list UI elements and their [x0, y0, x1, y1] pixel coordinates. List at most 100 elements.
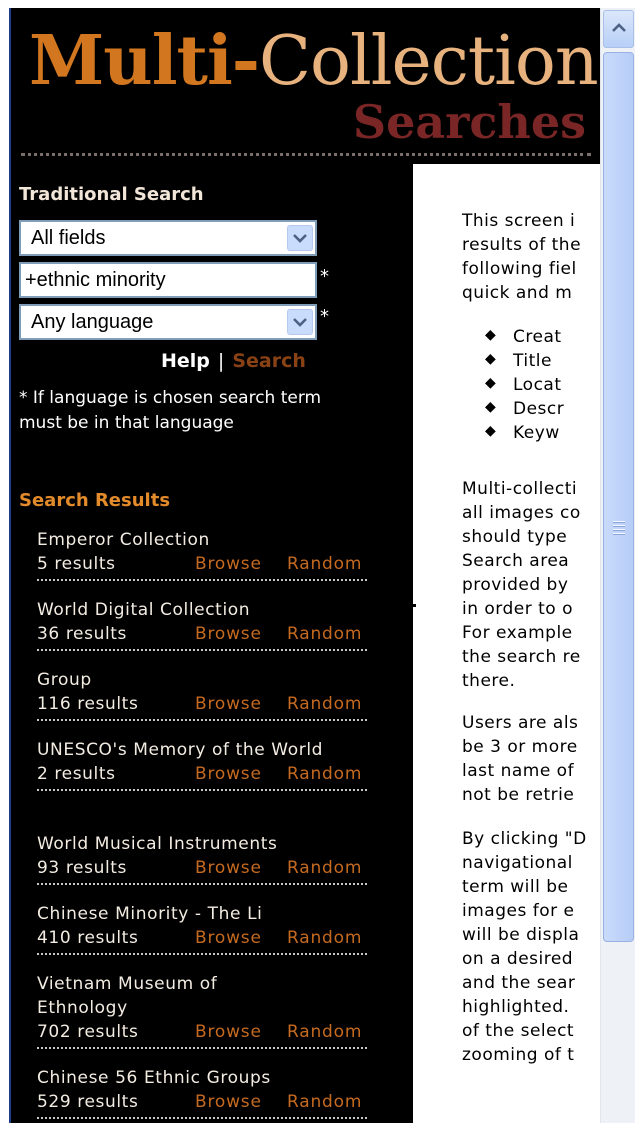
language-select[interactable]: Any language: [19, 304, 317, 340]
main-content: This screen i results of the following f…: [413, 164, 600, 1123]
search-query-input[interactable]: +ethnic minority: [19, 262, 317, 298]
paragraph-line: all images co: [462, 503, 581, 523]
browse-link[interactable]: Browse: [195, 1090, 262, 1114]
result-count: 116 results: [37, 694, 139, 714]
result-item: World Digital Collection 36 results Brow…: [37, 598, 367, 651]
paragraph-line: of the select: [462, 1021, 575, 1041]
language-note: * If language is chosen search term must…: [19, 388, 322, 433]
result-count: 93 results: [37, 858, 127, 878]
browse-link[interactable]: Browse: [195, 762, 262, 786]
banner-title-collection: Collection: [259, 22, 599, 101]
result-collection-name[interactable]: World Musical Instruments: [37, 832, 367, 856]
banner-title-multi: Multi-: [29, 21, 260, 101]
paragraph-line: Multi-collecti: [462, 479, 578, 499]
paragraph-line: and the sear: [462, 973, 576, 993]
scrollbar-grip: [613, 521, 625, 537]
field-bullet-item: Locat: [485, 371, 564, 397]
result-item: World Musical Instruments 93 results Bro…: [37, 832, 367, 885]
result-collection-name[interactable]: Vietnam Museum of Ethnology: [37, 972, 297, 1020]
paragraph-line: By clicking "D: [462, 829, 587, 849]
paragraph-line: there.: [462, 671, 516, 691]
scroll-up-button[interactable]: [603, 10, 634, 48]
window-top-edge: [10, 0, 600, 8]
paragraph-line: on a desired: [462, 949, 574, 969]
paragraph-line: be 3 or more: [462, 737, 578, 757]
chevron-up-icon: [612, 23, 626, 32]
paragraph-users: Users are als be 3 or more last name of …: [462, 711, 578, 807]
random-link[interactable]: Random: [287, 856, 362, 880]
result-collection-name[interactable]: Emperor Collection: [37, 528, 367, 552]
site-banner: Multi-Collection Searches: [11, 8, 600, 164]
search-button[interactable]: Search: [232, 350, 306, 372]
paragraph-line: term will be: [462, 877, 569, 897]
browse-link[interactable]: Browse: [195, 692, 262, 716]
paragraph-line: the search re: [462, 647, 581, 667]
random-link[interactable]: Random: [287, 622, 362, 646]
result-item: Emperor Collection 5 results Browse Rand…: [37, 528, 367, 581]
paragraph-line: For example: [462, 623, 573, 643]
field-bullet-item: Keyw: [485, 419, 564, 445]
language-required-mark: *: [320, 306, 329, 327]
browse-link[interactable]: Browse: [195, 622, 262, 646]
paragraph-line: highlighted.: [462, 997, 570, 1017]
paragraph-multi-collection: Multi-collecti all images co should type…: [462, 477, 581, 693]
field-bullet-item: Creat: [485, 323, 564, 349]
paragraph-line: should type: [462, 527, 568, 547]
result-count: 410 results: [37, 928, 139, 948]
result-item: Chinese Minority - The Li 410 results Br…: [37, 902, 367, 955]
search-query-value: +ethnic minority: [25, 269, 166, 291]
language-select-value: Any language: [31, 311, 154, 333]
field-select[interactable]: All fields: [19, 220, 317, 256]
browse-link[interactable]: Browse: [195, 856, 262, 880]
intro-line: following fiel: [462, 259, 577, 279]
intro-text: This screen i results of the following f…: [462, 209, 581, 305]
paragraph-line: last name of: [462, 761, 575, 781]
result-collection-name[interactable]: Group: [37, 668, 367, 692]
random-link[interactable]: Random: [287, 1020, 362, 1044]
field-select-value: All fields: [31, 227, 106, 249]
paragraph-line: images for e: [462, 901, 575, 921]
paragraph-line: in order to o: [462, 599, 574, 619]
random-link[interactable]: Random: [287, 552, 362, 576]
result-item: Vietnam Museum of Ethnology 702 results …: [37, 972, 367, 1049]
field-bullet-item: Title: [485, 347, 564, 373]
result-count: 702 results: [37, 1022, 139, 1042]
banner-dotted-divider: [21, 153, 591, 156]
traditional-search-heading: Traditional Search: [19, 184, 204, 205]
sidebar: Traditional Search All fields +ethnic mi…: [11, 164, 413, 1123]
paragraph-line: not be retrie: [462, 785, 575, 805]
result-collection-name[interactable]: UNESCO's Memory of the World: [37, 738, 337, 762]
browse-link[interactable]: Browse: [195, 926, 262, 950]
query-required-mark: *: [320, 266, 329, 287]
result-collection-name[interactable]: World Digital Collection: [37, 598, 367, 622]
result-collection-name[interactable]: Chinese Minority - The Li: [37, 902, 367, 926]
paragraph-line: will be displa: [462, 925, 580, 945]
result-item: UNESCO's Memory of the World 2 results B…: [37, 738, 367, 791]
search-actions: Help | Search: [161, 350, 306, 372]
stray-dot: [413, 604, 416, 607]
chevron-down-icon: [293, 318, 307, 327]
random-link[interactable]: Random: [287, 1090, 362, 1114]
help-link[interactable]: Help: [161, 350, 210, 372]
paragraph-line: navigational: [462, 853, 573, 873]
paragraph-line: zooming of t: [462, 1045, 575, 1065]
paragraph-line: provided by: [462, 575, 569, 595]
random-link[interactable]: Random: [287, 926, 362, 950]
result-item: Group 116 results Browse Random: [37, 668, 367, 721]
result-collection-name[interactable]: Chinese 56 Ethnic Groups: [37, 1066, 367, 1090]
vertical-scrollbar[interactable]: [600, 8, 635, 1123]
field-select-dropdown-button[interactable]: [287, 225, 313, 251]
result-count: 529 results: [37, 1092, 139, 1112]
result-count: 36 results: [37, 624, 127, 644]
paragraph-line: Search area: [462, 551, 570, 571]
language-select-dropdown-button[interactable]: [287, 309, 313, 335]
browse-link[interactable]: Browse: [195, 1020, 262, 1044]
intro-line: results of the: [462, 235, 582, 255]
intro-line: quick and m: [462, 283, 573, 303]
result-count: 5 results: [37, 554, 116, 574]
random-link[interactable]: Random: [287, 762, 362, 786]
scrollbar-thumb[interactable]: [603, 52, 634, 942]
field-bullet-item: Descr: [485, 395, 564, 421]
random-link[interactable]: Random: [287, 692, 362, 716]
browse-link[interactable]: Browse: [195, 552, 262, 576]
